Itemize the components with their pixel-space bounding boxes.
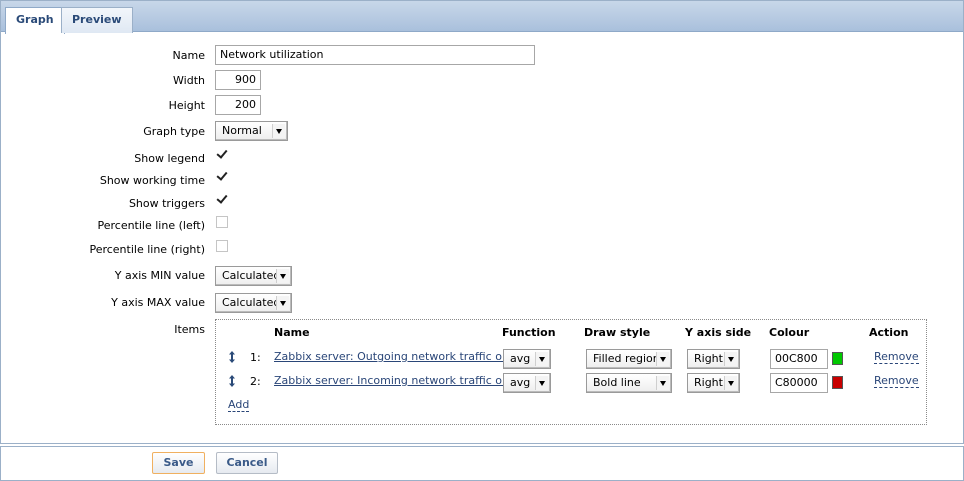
tab-graph[interactable]: Graph bbox=[5, 7, 65, 34]
height-label: Height bbox=[168, 99, 205, 112]
width-label: Width bbox=[173, 74, 205, 87]
add-item-link[interactable]: Add bbox=[228, 399, 250, 412]
draw-style-select[interactable]: Bold line bbox=[586, 373, 672, 393]
header-name: Name bbox=[274, 326, 310, 339]
draw-style-value: Bold line bbox=[593, 376, 641, 389]
remove-link[interactable]: Remove bbox=[874, 375, 919, 388]
ymax-label: Y axis MAX value bbox=[111, 296, 205, 309]
ymax-value: Calculated bbox=[222, 296, 281, 309]
row-index: 1: bbox=[250, 351, 261, 364]
chevron-down-icon bbox=[656, 352, 669, 366]
percentile-left-label: Percentile line (left) bbox=[97, 219, 205, 232]
function-value: avg bbox=[510, 352, 531, 365]
name-label: Name bbox=[172, 49, 205, 62]
item-name-link[interactable]: Zabbix server: Incoming network traffic … bbox=[274, 374, 538, 387]
name-input[interactable]: Network utilization bbox=[215, 45, 535, 65]
function-select[interactable]: avg bbox=[503, 373, 551, 393]
header-action: Action bbox=[869, 326, 909, 339]
percentile-right-checkbox[interactable] bbox=[216, 240, 228, 252]
cancel-button[interactable]: Cancel bbox=[216, 452, 278, 474]
chevron-down-icon bbox=[724, 352, 737, 366]
items-table: Name Function Draw style Y axis side Col… bbox=[215, 319, 927, 425]
y-axis-side-value: Right bbox=[694, 352, 723, 365]
item-name-link[interactable]: Zabbix server: Outgoing network traffic … bbox=[274, 350, 537, 363]
draw-style-select[interactable]: Filled region bbox=[586, 349, 672, 369]
y-axis-side-select[interactable]: Right bbox=[687, 349, 740, 369]
colour-input[interactable]: C80000 bbox=[770, 373, 828, 393]
remove-link[interactable]: Remove bbox=[874, 351, 919, 364]
y-axis-side-value: Right bbox=[694, 376, 723, 389]
function-value: avg bbox=[510, 376, 531, 389]
save-button[interactable]: Save bbox=[152, 452, 205, 474]
function-select[interactable]: avg bbox=[503, 349, 551, 369]
show-working-time-label: Show working time bbox=[99, 174, 205, 187]
show-triggers-label: Show triggers bbox=[128, 197, 205, 210]
chevron-down-icon bbox=[276, 269, 289, 283]
draw-style-value: Filled region bbox=[593, 352, 660, 365]
header-colour: Colour bbox=[769, 326, 810, 339]
y-axis-side-select[interactable]: Right bbox=[687, 373, 740, 393]
header-draw-style: Draw style bbox=[584, 326, 651, 339]
chevron-down-icon bbox=[656, 376, 669, 390]
header-function: Function bbox=[502, 326, 556, 339]
header-y-axis-side: Y axis side bbox=[685, 326, 752, 339]
ymin-select[interactable]: Calculated bbox=[215, 266, 292, 286]
colour-input[interactable]: 00C800 bbox=[770, 349, 828, 369]
show-working-time-checkbox[interactable] bbox=[216, 170, 228, 182]
percentile-right-label: Percentile line (right) bbox=[89, 243, 205, 256]
ymin-label: Y axis MIN value bbox=[114, 269, 205, 282]
show-legend-label: Show legend bbox=[134, 152, 205, 165]
show-legend-checkbox[interactable] bbox=[216, 148, 228, 160]
tab-preview[interactable]: Preview bbox=[61, 7, 133, 33]
width-input[interactable]: 900 bbox=[215, 70, 261, 90]
chevron-down-icon bbox=[535, 352, 548, 366]
chevron-down-icon bbox=[535, 376, 548, 390]
percentile-left-checkbox[interactable] bbox=[216, 216, 228, 228]
graph-form-panel: Graph Preview Name Network utilization W… bbox=[0, 0, 964, 444]
colour-swatch[interactable] bbox=[832, 352, 843, 365]
items-label: Items bbox=[174, 323, 205, 336]
tab-bar: Graph Preview bbox=[1, 1, 963, 34]
form-footer: Save Cancel bbox=[0, 446, 964, 481]
graph-type-value: Normal bbox=[222, 124, 262, 137]
show-triggers-checkbox[interactable] bbox=[216, 193, 228, 205]
chevron-down-icon bbox=[272, 124, 285, 138]
ymin-value: Calculated bbox=[222, 269, 281, 282]
row-index: 2: bbox=[250, 375, 261, 388]
drag-handle-icon[interactable] bbox=[228, 351, 236, 363]
graph-type-select[interactable]: Normal bbox=[215, 121, 288, 141]
chevron-down-icon bbox=[276, 296, 289, 310]
drag-handle-icon[interactable] bbox=[228, 375, 236, 387]
height-input[interactable]: 200 bbox=[215, 95, 261, 115]
colour-swatch[interactable] bbox=[832, 376, 843, 389]
ymax-select[interactable]: Calculated bbox=[215, 293, 292, 313]
graph-type-label: Graph type bbox=[143, 125, 205, 138]
chevron-down-icon bbox=[724, 376, 737, 390]
